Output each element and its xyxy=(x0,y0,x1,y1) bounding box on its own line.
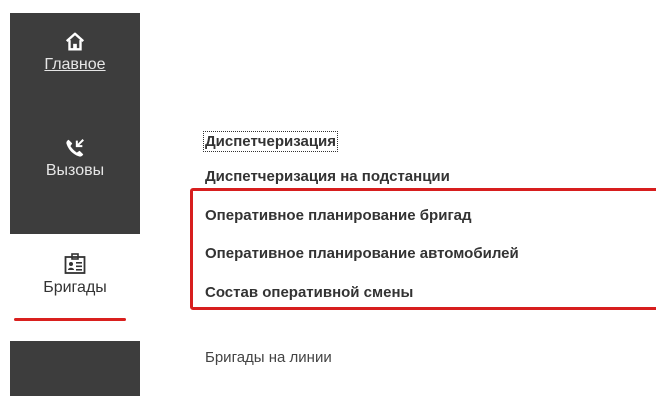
sidebar-item-home[interactable]: Главное xyxy=(10,31,140,74)
sidebar-item-calls[interactable]: Вызовы xyxy=(10,137,140,180)
link-brigades-on-line[interactable]: Бригады на линии xyxy=(205,349,332,366)
sidebar-item-label: Бригады xyxy=(43,279,107,296)
annotation-underline xyxy=(14,318,126,321)
sidebar: Главное Вызовы Бригады xyxy=(10,13,140,396)
home-icon xyxy=(64,31,86,53)
phone-call-icon xyxy=(64,137,86,159)
link-dispatch-substation[interactable]: Диспетчеризация на подстанции xyxy=(205,168,450,185)
sidebar-item-label: Главное xyxy=(44,56,106,73)
annotation-highlight-box xyxy=(190,188,656,310)
id-badge-icon xyxy=(63,252,87,276)
link-dispatch[interactable]: Диспетчеризация xyxy=(202,131,339,152)
sidebar-item-brigades[interactable]: Бригады xyxy=(10,234,140,341)
sidebar-item-label: Вызовы xyxy=(45,162,105,179)
